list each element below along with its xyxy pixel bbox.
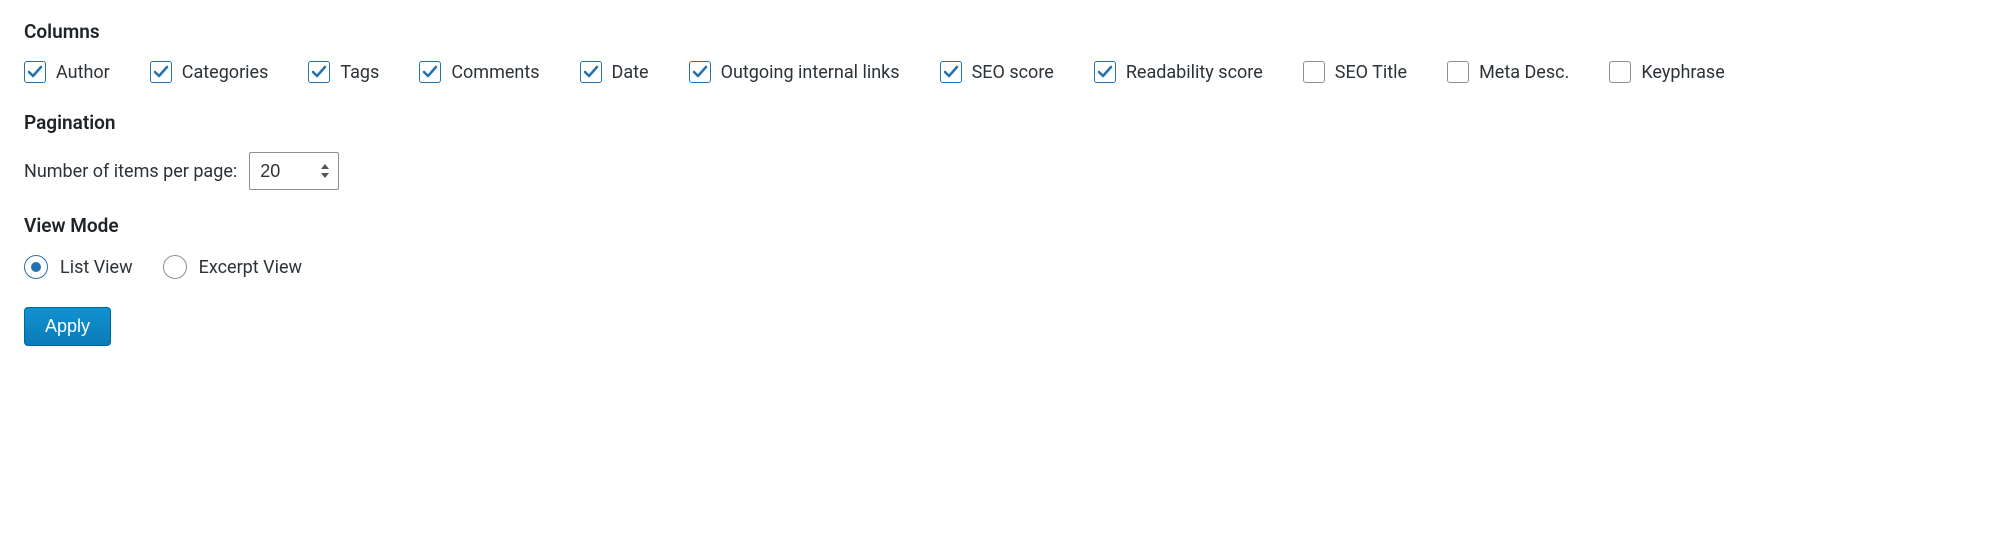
radio-icon — [163, 255, 187, 279]
radio-label: Excerpt View — [199, 257, 302, 278]
checkbox-icon — [308, 61, 330, 83]
columns-heading: Columns — [24, 20, 1975, 43]
view-mode-heading: View Mode — [24, 214, 1975, 237]
column-toggle-outgoing-internal-links[interactable]: Outgoing internal links — [689, 61, 900, 83]
column-toggle-date[interactable]: Date — [580, 61, 649, 83]
column-toggle-seo-score[interactable]: SEO score — [940, 61, 1054, 83]
items-per-page-input[interactable] — [260, 161, 310, 182]
checkbox-label: Comments — [451, 62, 539, 83]
column-toggle-readability-score[interactable]: Readability score — [1094, 61, 1263, 83]
pagination-row: Number of items per page: — [24, 152, 1975, 190]
checkbox-label: SEO score — [972, 62, 1054, 83]
checkbox-icon — [419, 61, 441, 83]
checkbox-icon — [1094, 61, 1116, 83]
column-toggle-categories[interactable]: Categories — [150, 61, 269, 83]
checkbox-icon — [24, 61, 46, 83]
apply-button[interactable]: Apply — [24, 307, 111, 346]
columns-checkbox-group: Author Categories Tags Comments Date Outgoing… — [24, 61, 1975, 83]
checkbox-label: Tags — [340, 62, 379, 83]
items-per-page-label: Number of items per page: — [24, 161, 237, 182]
checkbox-label: Date — [612, 62, 649, 83]
checkbox-icon — [940, 61, 962, 83]
view-mode-radio-group: List View Excerpt View — [24, 255, 1975, 279]
column-toggle-keyphrase[interactable]: Keyphrase — [1609, 61, 1724, 83]
checkbox-icon — [1303, 61, 1325, 83]
radio-label: List View — [60, 257, 133, 278]
checkbox-label: Readability score — [1126, 62, 1263, 83]
radio-icon — [24, 255, 48, 279]
checkbox-label: Meta Desc. — [1479, 62, 1569, 83]
checkbox-label: Author — [56, 62, 110, 83]
view-mode-option-excerpt-view[interactable]: Excerpt View — [163, 255, 302, 279]
checkbox-icon — [1447, 61, 1469, 83]
checkbox-icon — [1609, 61, 1631, 83]
checkbox-icon — [150, 61, 172, 83]
column-toggle-meta-desc[interactable]: Meta Desc. — [1447, 61, 1569, 83]
column-toggle-comments[interactable]: Comments — [419, 61, 539, 83]
column-toggle-tags[interactable]: Tags — [308, 61, 379, 83]
checkbox-icon — [580, 61, 602, 83]
stepper-icon[interactable] — [316, 158, 334, 184]
pagination-heading: Pagination — [24, 111, 1975, 134]
column-toggle-seo-title[interactable]: SEO Title — [1303, 61, 1407, 83]
checkbox-label: SEO Title — [1335, 62, 1407, 83]
items-per-page-input-wrap — [249, 152, 339, 190]
checkbox-label: Keyphrase — [1641, 62, 1724, 83]
checkbox-label: Outgoing internal links — [721, 62, 900, 83]
checkbox-label: Categories — [182, 62, 269, 83]
view-mode-option-list-view[interactable]: List View — [24, 255, 133, 279]
checkbox-icon — [689, 61, 711, 83]
column-toggle-author[interactable]: Author — [24, 61, 110, 83]
